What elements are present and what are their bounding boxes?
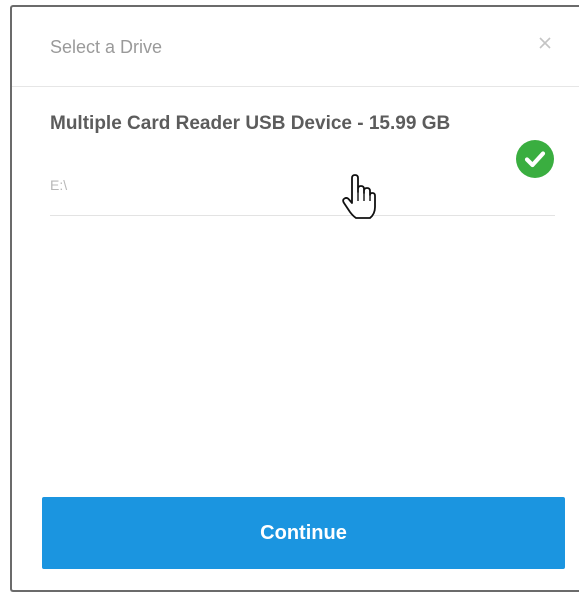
drive-list-item[interactable]: Multiple Card Reader USB Device - 15.99 … — [50, 87, 555, 216]
check-circle-icon — [516, 140, 554, 178]
dialog-header: Select a Drive — [12, 7, 579, 87]
hand-pointer-icon — [342, 174, 376, 219]
select-drive-dialog: Select a Drive Multiple Card Reader USB … — [10, 5, 579, 592]
continue-button[interactable]: Continue — [42, 497, 565, 569]
drive-path: E:\ — [50, 177, 68, 193]
screen: Select a Drive Multiple Card Reader USB … — [0, 0, 579, 595]
close-button[interactable] — [535, 33, 557, 55]
background-window-edge — [0, 0, 10, 595]
drive-name: Multiple Card Reader USB Device - 15.99 … — [50, 113, 451, 134]
close-icon — [539, 37, 551, 49]
dialog-title: Select a Drive — [50, 37, 163, 57]
